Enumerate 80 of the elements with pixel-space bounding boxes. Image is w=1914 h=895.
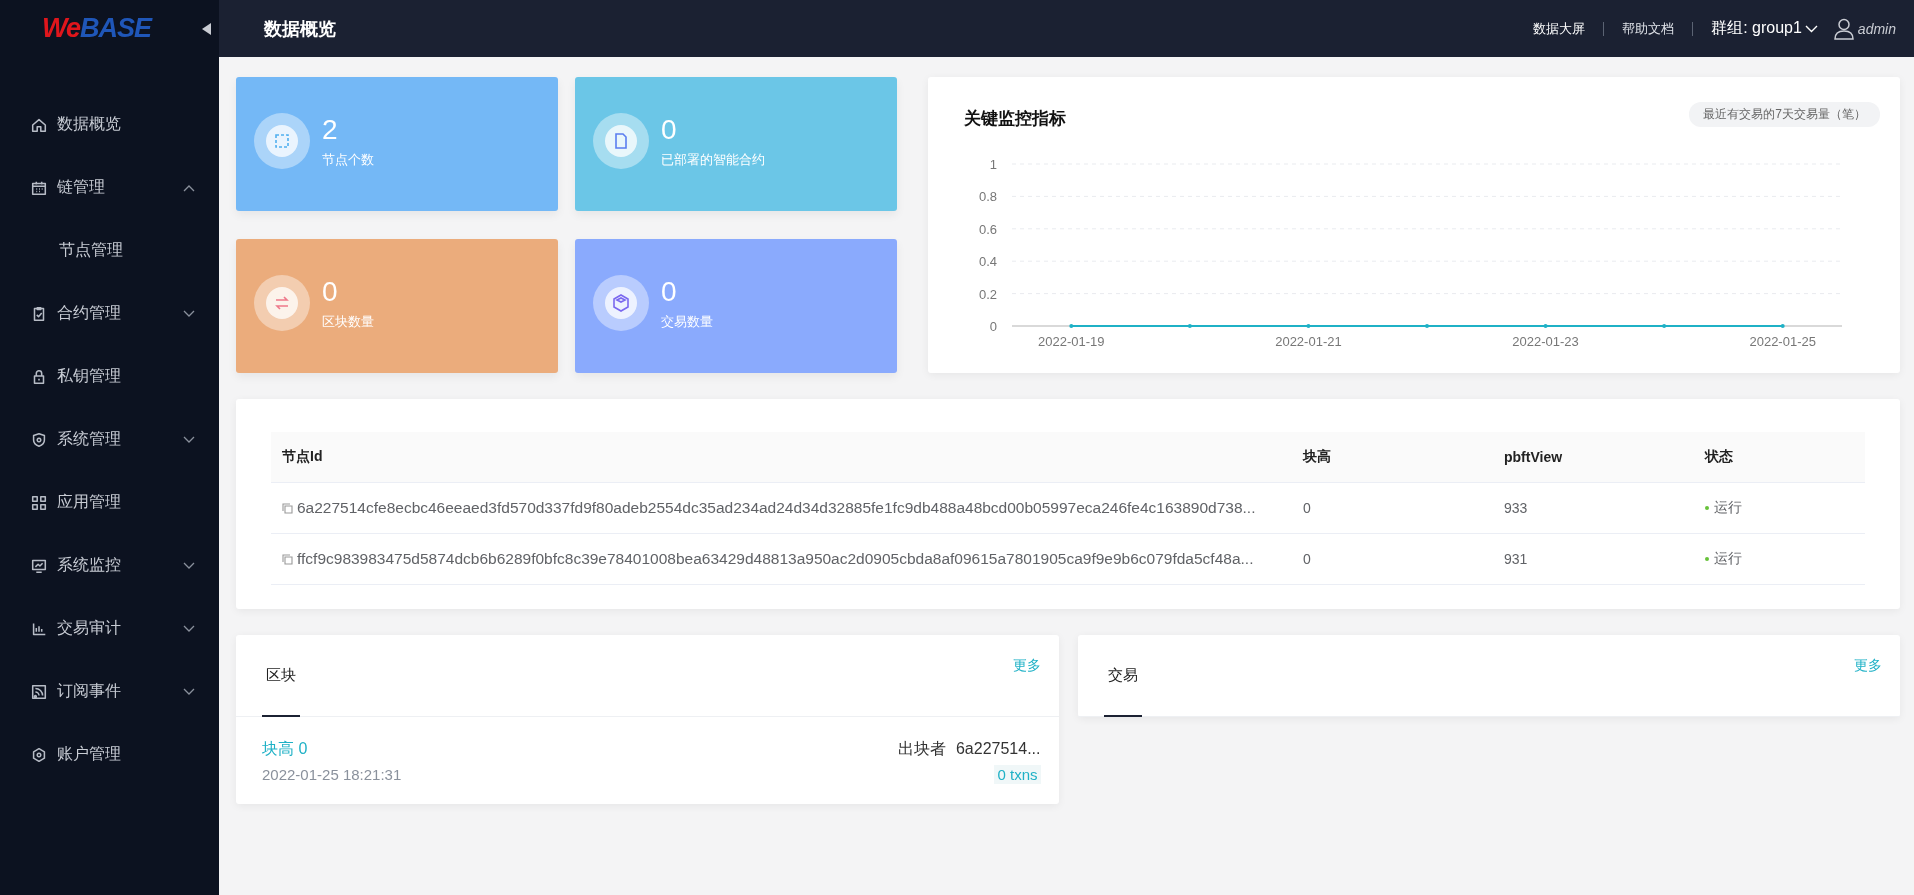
data-point	[1543, 324, 1548, 328]
app-logo: WeBASE	[42, 13, 152, 44]
stat-label: 区块数量	[322, 313, 374, 331]
status-text: 运行	[1714, 550, 1742, 568]
stat-icon	[266, 125, 298, 157]
sidebar-item[interactable]: 系统监控	[0, 534, 219, 597]
y-tick-label: 0.6	[978, 221, 997, 237]
stat-label: 节点个数	[322, 151, 374, 169]
table-cell-text: 0	[1302, 500, 1312, 516]
status-text: 运行	[1714, 499, 1742, 517]
chevron-icon	[1804, 24, 1818, 33]
y-tick-label: 0.2	[978, 286, 997, 302]
page-title: 数据概览	[264, 17, 336, 41]
column-header: pbftView	[1503, 449, 1564, 465]
x-tick-label: 2022-01-19	[1038, 334, 1105, 349]
table-cell-text: 933	[1503, 500, 1529, 516]
data-point	[1187, 324, 1192, 328]
y-tick-label: 0.4	[978, 254, 997, 270]
sealer-label: 出块者	[897, 740, 946, 757]
x-tick-label: 2022-01-21	[1275, 334, 1342, 349]
stat-icon	[266, 287, 298, 319]
user-icon[interactable]	[1833, 17, 1854, 40]
sidebar-item[interactable]: 应用管理	[0, 471, 219, 534]
sidebar-item[interactable]: 交易审计	[0, 597, 219, 660]
data-point	[1662, 324, 1667, 328]
chevron-icon	[183, 435, 195, 444]
menu-icon	[30, 493, 48, 512]
chart-title: 关键监控指标	[964, 108, 1066, 130]
sidebar-item[interactable]: 系统管理	[0, 408, 219, 471]
status-dot	[1705, 557, 1709, 561]
menu-icon	[30, 430, 48, 449]
header-link[interactable]: 数据大屏	[1533, 19, 1586, 38]
stat-value: 0	[661, 113, 678, 147]
node-id: 6a227514cfe8ecbc46eeaed3fd570d337fd9f80adeb2554dc35ad234ad24d34d32885fe1fc9db488a48bcd00b05997eca246fe4c163890d738...	[297, 499, 1256, 517]
x-tick-label: 2022-01-23	[1512, 334, 1579, 349]
column-header: 状态	[1703, 448, 1734, 466]
y-tick-label: 0	[989, 319, 997, 334]
chart-badge: 最近有交易的7天交易量（笔）	[1689, 102, 1880, 127]
stat-value: 0	[322, 275, 339, 309]
sidebar-item[interactable]: 订阅事件	[0, 660, 219, 723]
chevron-icon	[183, 561, 195, 570]
sidebar-item[interactable]: 账户管理	[0, 723, 219, 786]
chevron-icon	[183, 183, 195, 192]
collapse-icon[interactable]	[202, 22, 211, 35]
sidebar-item[interactable]: 私钥管理	[0, 345, 219, 408]
header-link[interactable]: 帮助文档	[1622, 19, 1675, 38]
user-name[interactable]: admin	[1857, 20, 1896, 37]
table-cell-text: 931	[1503, 551, 1529, 567]
chevron-icon	[183, 309, 195, 318]
stat-label: 已部署的智能合约	[661, 151, 765, 169]
block-time: 2022-01-25 18:21:31	[262, 766, 402, 783]
data-point	[1306, 324, 1311, 328]
y-tick-label: 0.8	[978, 189, 997, 205]
data-point	[1069, 324, 1074, 328]
panel-tab[interactable]: 交易	[1103, 635, 1142, 717]
column-header: 节点Id	[281, 448, 324, 466]
column-header: 块高	[1301, 448, 1332, 466]
panel-tab[interactable]: 区块	[262, 635, 300, 717]
stat-value: 0	[661, 275, 678, 309]
sidebar-item[interactable]: 合约管理	[0, 282, 219, 345]
data-point	[1425, 324, 1429, 328]
stat-value: 2	[322, 113, 339, 147]
menu-icon	[30, 745, 48, 764]
sidebar-item[interactable]: 数据概览	[0, 93, 219, 156]
chevron-icon	[183, 687, 195, 696]
y-tick-label: 1	[989, 157, 997, 172]
group-dropdown[interactable]: 群组: group1	[1711, 18, 1818, 39]
sealer-value: 6a227514...	[955, 740, 1041, 757]
stat-label: 交易数量	[661, 313, 713, 331]
node-id: ffcf9c983983475d5874dcb6b6289f0bfc8c39e78401008bea63429d48813a950ac2d0905cbda8af09615a7801905ca9f9e9b6c079fda5cf48a...	[297, 550, 1254, 568]
menu-icon	[30, 682, 48, 701]
stat-icon	[605, 125, 637, 157]
x-tick-label: 2022-01-25	[1749, 334, 1816, 349]
chevron-icon	[183, 624, 195, 633]
stat-icon	[605, 287, 637, 319]
sidebar-item[interactable]: 链管理	[0, 156, 219, 219]
table-cell-text: 0	[1302, 551, 1312, 567]
data-point	[1780, 324, 1785, 328]
sidebar-subitem[interactable]: 节点管理	[0, 219, 219, 282]
status-dot	[1705, 506, 1709, 510]
